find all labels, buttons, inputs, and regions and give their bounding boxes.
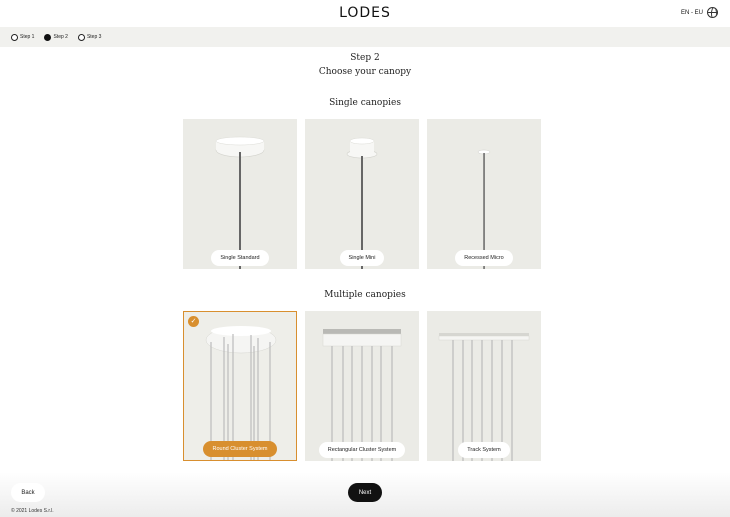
rectangular-cluster-illustration bbox=[322, 329, 402, 461]
selected-check-icon: ✓ bbox=[188, 316, 199, 327]
step-radio-icon bbox=[44, 33, 52, 41]
next-button[interactable]: Next bbox=[348, 483, 382, 502]
step-label: Step 2 bbox=[53, 34, 68, 40]
option-label: Round Cluster System bbox=[203, 441, 277, 457]
option-recessed-micro[interactable]: Recessed Micro bbox=[427, 119, 541, 269]
top-bar: LODES EN - EU bbox=[0, 0, 730, 27]
option-round-cluster-system[interactable]: ✓ Round Cluster System bbox=[183, 311, 297, 461]
step-radio-icon bbox=[77, 33, 85, 41]
option-rectangular-cluster-system[interactable]: Rectangular Cluster System bbox=[305, 311, 419, 461]
step-2[interactable]: Step 2 bbox=[44, 33, 68, 41]
single-standard-illustration bbox=[215, 136, 265, 269]
step-label: Step 1 bbox=[20, 34, 35, 40]
option-single-standard[interactable]: Single Standard bbox=[183, 119, 297, 269]
option-label: Single Mini bbox=[339, 250, 385, 266]
option-single-mini[interactable]: Single Mini bbox=[305, 119, 419, 269]
back-button[interactable]: Back bbox=[11, 483, 45, 502]
step-3[interactable]: Step 3 bbox=[77, 33, 102, 41]
option-label: Recessed Micro bbox=[455, 250, 513, 266]
brand-logo[interactable]: LODES bbox=[0, 5, 730, 21]
step-1[interactable]: Step 1 bbox=[11, 33, 35, 41]
step-title: Step 2 bbox=[350, 53, 380, 63]
step-label: Step 3 bbox=[86, 34, 102, 40]
section-title-single: Single canopies bbox=[329, 98, 401, 108]
option-label: Rectangular Cluster System bbox=[318, 442, 406, 458]
globe-icon bbox=[707, 7, 718, 18]
steps-bar: Step 1 Step 2 Step 3 bbox=[0, 27, 730, 47]
recessed-micro-illustration bbox=[477, 149, 491, 269]
option-label: Track System bbox=[458, 442, 510, 458]
option-label: Single Standard bbox=[211, 250, 269, 266]
track-system-illustration bbox=[438, 333, 530, 461]
option-track-system[interactable]: Track System bbox=[427, 311, 541, 461]
copyright-text: © 2021 Lodes S.r.l. bbox=[11, 508, 54, 514]
page-subtitle: Choose your canopy bbox=[318, 67, 412, 77]
language-label: EN - EU bbox=[680, 9, 703, 16]
round-cluster-illustration bbox=[205, 326, 277, 460]
section-title-multiple: Multiple canopies bbox=[324, 290, 406, 300]
single-mini-illustration bbox=[346, 137, 378, 269]
step-radio-icon bbox=[11, 33, 18, 41]
language-selector[interactable]: EN - EU bbox=[681, 7, 718, 18]
